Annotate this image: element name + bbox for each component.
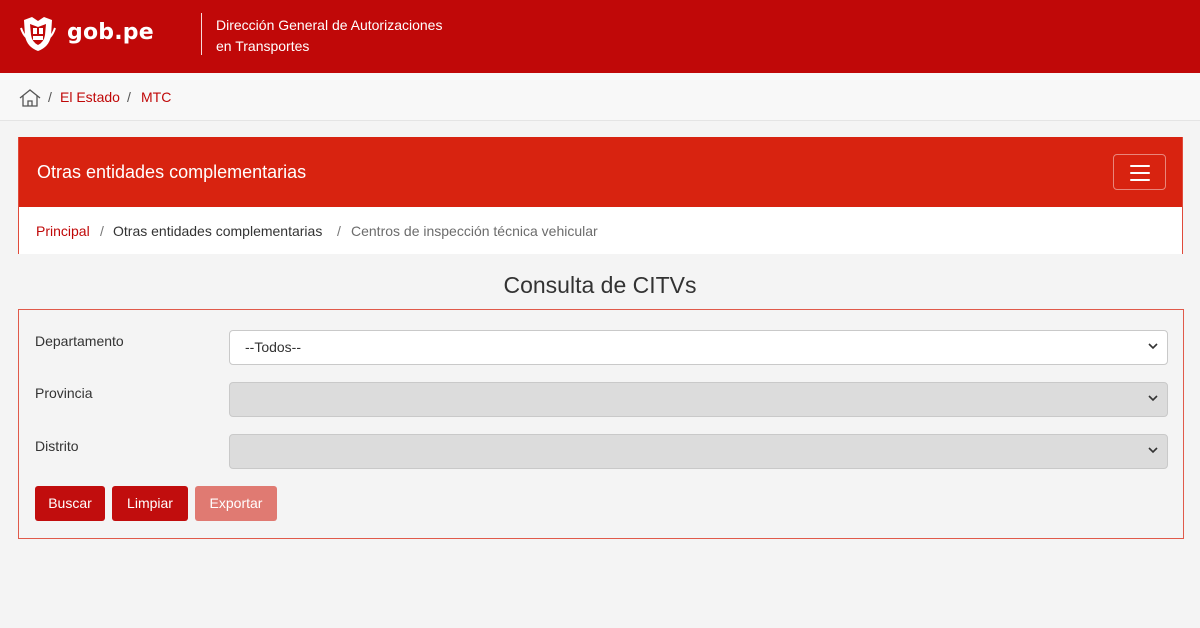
- breadcrumb-mtc[interactable]: MTC: [141, 89, 171, 106]
- agency-title-line2: en Transportes: [216, 38, 310, 54]
- chevron-down-icon: [1148, 343, 1158, 350]
- agency-title: Dirección General de Autorizaciones en T…: [216, 15, 476, 57]
- hamburger-icon: [1130, 172, 1150, 174]
- distrito-select[interactable]: [229, 434, 1168, 469]
- clear-button[interactable]: Limpiar: [112, 486, 188, 521]
- home-icon[interactable]: [19, 89, 41, 107]
- section-panel: Otras entidades complementarias Principa…: [18, 137, 1183, 254]
- breadcrumb-separator: /: [48, 89, 52, 105]
- breadcrumb: / El Estado / MTC: [0, 73, 1200, 121]
- header-divider: [201, 13, 202, 55]
- departamento-select[interactable]: --Todos--: [229, 330, 1168, 365]
- agency-title-line1: Dirección General de Autorizaciones: [216, 17, 443, 33]
- breadcrumb-separator: /: [127, 89, 131, 105]
- export-button[interactable]: Exportar: [195, 486, 277, 521]
- hamburger-icon: [1130, 179, 1150, 181]
- peru-coat-of-arms-icon[interactable]: [18, 14, 58, 54]
- section-breadcrumb-current: Centros de inspección técnica vehicular: [351, 223, 598, 239]
- search-form: Departamento --Todos-- Provincia Distrit…: [18, 309, 1184, 539]
- hamburger-icon: [1130, 165, 1150, 167]
- breadcrumb-el-estado[interactable]: El Estado: [60, 89, 120, 106]
- chevron-down-icon: [1148, 447, 1158, 454]
- section-header: Otras entidades complementarias: [19, 137, 1182, 207]
- provincia-select[interactable]: [229, 382, 1168, 417]
- top-header: gob.pe Dirección General de Autorizacion…: [0, 0, 1200, 73]
- distrito-label: Distrito: [35, 438, 79, 454]
- section-breadcrumb-separator: /: [337, 223, 341, 239]
- section-breadcrumb-separator: /: [100, 223, 104, 239]
- section-title: Otras entidades complementarias: [37, 162, 307, 182]
- page-title: Consulta de CITVs: [503, 272, 697, 298]
- departamento-label: Departamento: [35, 333, 124, 349]
- site-logo-text[interactable]: gob.pe: [67, 20, 154, 45]
- search-button[interactable]: Buscar: [35, 486, 105, 521]
- section-breadcrumb-principal[interactable]: Principal: [36, 223, 90, 240]
- chevron-down-icon: [1148, 395, 1158, 402]
- provincia-label: Provincia: [35, 385, 93, 401]
- menu-toggle-button[interactable]: [1113, 154, 1166, 190]
- section-breadcrumb-otras-entidades[interactable]: Otras entidades complementarias: [113, 223, 322, 240]
- departamento-select-value: --Todos--: [245, 339, 302, 355]
